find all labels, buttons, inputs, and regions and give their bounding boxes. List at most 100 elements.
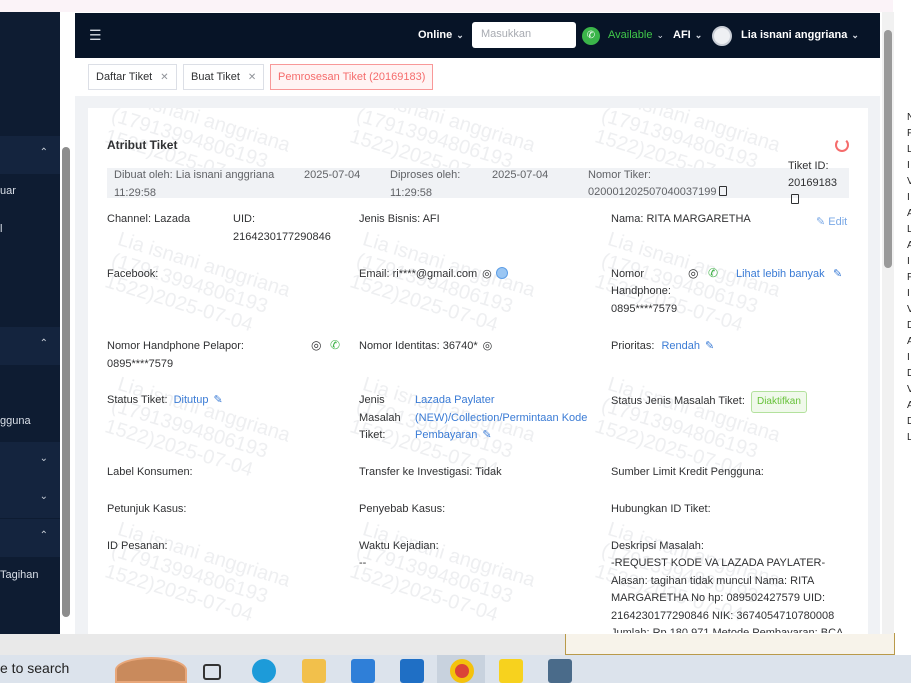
avatar[interactable] [712,26,732,46]
availability-label: Available [608,29,653,41]
pencil-icon[interactable]: ✎ [213,394,222,406]
issue-type-value-1[interactable]: Lazada Paylater [415,391,495,409]
customer-name: Nama: RITA MARGARETHA [611,213,751,225]
tab-daftar-tiket[interactable]: Daftar Tiket ✕ [88,64,177,90]
close-icon[interactable]: ✕ [160,72,168,83]
issue-status: Status Jenis Masalah Tiket: Diaktifkan [611,391,807,413]
online-status-dropdown[interactable]: Online ⌄ [418,29,464,41]
sidebar-group-4[interactable]: ⌄ [0,480,60,518]
sidebar-item-4[interactable]: Tagihan [0,558,60,596]
created-by: Dibuat oleh: Lia isnani anggriana [114,169,275,181]
link-ticket-id: Hubungkan ID Tiket: [611,503,711,515]
issue-type-label-2: Masalah [359,412,401,424]
description-line: Alasan: tagihan tidak muncul Nama: RITA [611,575,815,587]
sidebar-item-label: gguna [0,415,31,427]
sidebar-item-1[interactable]: uar [0,174,60,212]
ticket-no: 020001202507040037199 [588,184,728,201]
description-line: Jumlah: Rp 180.971 Metode Pembayaran: BC… [611,627,844,633]
description-line: 2164230177290846 NIK: 3674054710780008 [611,610,835,622]
sidebar-group-5[interactable]: ⌃ [0,519,60,557]
edit-button[interactable]: ✎ Edit [816,213,847,231]
description-line: -REQUEST KODE VA LAZADA PAYLATER- [611,557,826,569]
sidebar-group-1[interactable]: ⌃ [0,136,60,174]
priority-value[interactable]: Rendah [661,340,700,352]
chrome-icon[interactable] [450,659,474,683]
close-icon[interactable]: ✕ [248,72,256,83]
priority-label: Prioritas: [611,340,655,352]
copy-icon[interactable] [719,186,728,196]
sidebar: ⌃ uar l ⌃ gguna ⌄ ⌄ ⌃ Tagihan [0,12,60,634]
ticket-id-copy [788,192,799,209]
main-scrollbar-thumb[interactable] [884,30,892,268]
reporter-phone-value: 0895****7579 [107,358,174,370]
chevron-down-icon: ⌄ [656,30,664,40]
processed-date: 2025-07-04 [492,169,549,181]
task-view-icon[interactable] [203,664,221,680]
ticket-id: 20169183 [788,177,837,189]
sidebar-item-label: l [0,223,3,235]
eye-off-icon[interactable]: ◎ [311,338,321,352]
sidebar-item-label: uar [0,185,16,197]
calculator-icon[interactable] [548,659,572,683]
user-menu[interactable]: Lia isnani anggriana ⌄ [741,29,859,41]
pencil-icon[interactable]: ✎ [705,340,714,352]
menu-toggle-icon[interactable]: ☰ [89,27,102,44]
phone-icon[interactable]: ✆ [582,27,600,45]
chevron-up-icon: ⌃ [39,530,48,541]
eye-off-icon[interactable]: ◎ [688,266,698,280]
reporter-phone-label: Nomor Handphone Pelapor: [107,340,244,352]
eye-off-icon[interactable]: ◎ [482,268,492,280]
eye-off-icon[interactable]: ◎ [483,340,493,352]
company-dropdown[interactable]: AFI ⌄ [673,29,702,41]
sidebar-item-2[interactable]: l [0,212,60,250]
taskbar-search[interactable]: e to search [0,660,69,676]
sidebar-item-3[interactable]: gguna [0,404,60,442]
tab-buat-tiket[interactable]: Buat Tiket ✕ [183,64,265,90]
top-header: ☰ Online ⌄ Masukkan ✆ Available ⌄ AFI ⌄ Lia… [75,13,880,58]
sidebar-item-label: Tagihan [0,569,39,581]
chevron-down-icon: ⌄ [39,453,48,464]
globe-icon[interactable] [495,267,508,279]
sticky-notes-icon[interactable] [499,659,523,683]
issue-type-value-3[interactable]: Pembayaran [415,429,477,441]
phone-label-2: Handphone: [611,285,671,297]
chevron-down-icon: ⌄ [456,30,464,40]
section-title: Atribut Tiket [107,138,178,152]
file-explorer-icon[interactable] [302,659,326,683]
status-value[interactable]: Ditutup [174,394,209,406]
user-name: Lia isnani anggriana [741,29,848,41]
mail-icon[interactable] [400,659,424,683]
sidebar-group-3[interactable]: ⌄ [0,442,60,480]
description-line: MARGARETHA No hp: 089502427579 UID: [611,592,826,604]
watermark: Lia isnani anggriana (17913994806193 152… [347,228,538,337]
pencil-icon[interactable]: ✎ [482,429,491,441]
tab-label: Pemrosesan Tiket (20169183) [278,71,426,83]
issue-type-value-2[interactable]: (NEW)/Collection/Permintaan Kode [415,409,587,427]
see-more-link[interactable]: Lihat lebih banyak [736,265,825,283]
email-field: Email: ri****@gmail.com ◎ [359,265,508,283]
watermark: Lia isnani anggriana (17913994806193 152… [347,518,538,627]
call-icon[interactable]: ✆ [330,338,340,352]
copy-icon[interactable] [791,194,799,204]
pencil-icon[interactable]: ✎ [833,265,842,283]
store-icon[interactable] [351,659,375,683]
tab-label: Daftar Tiket [96,71,153,83]
refresh-icon[interactable] [835,138,849,152]
business-type: Jenis Bisnis: AFI [359,213,440,225]
issue-type-label-1: Jenis [359,394,385,406]
edit-label: Edit [828,216,848,228]
email-value: Email: ri****@gmail.com [359,268,478,280]
call-icon[interactable]: ✆ [708,266,718,280]
edge-icon[interactable] [252,659,276,683]
sidebar-scrollbar[interactable] [62,147,70,617]
pencil-icon: ✎ [816,216,826,228]
uid-label: UID: [233,213,255,225]
sidebar-group-2[interactable]: ⌃ [0,327,60,365]
ticket-no-value: 020001202507040037199 [588,186,717,198]
ticket-id-label: Tiket ID: [788,160,829,172]
status-badge: Diaktifkan [750,391,807,413]
search-input[interactable]: Masukkan [472,22,576,48]
tab-pemrosesan-tiket[interactable]: Pemrosesan Tiket (20169183) [270,64,434,90]
availability-dropdown[interactable]: Available ⌄ [608,29,664,41]
search-highlight-image [115,657,187,683]
